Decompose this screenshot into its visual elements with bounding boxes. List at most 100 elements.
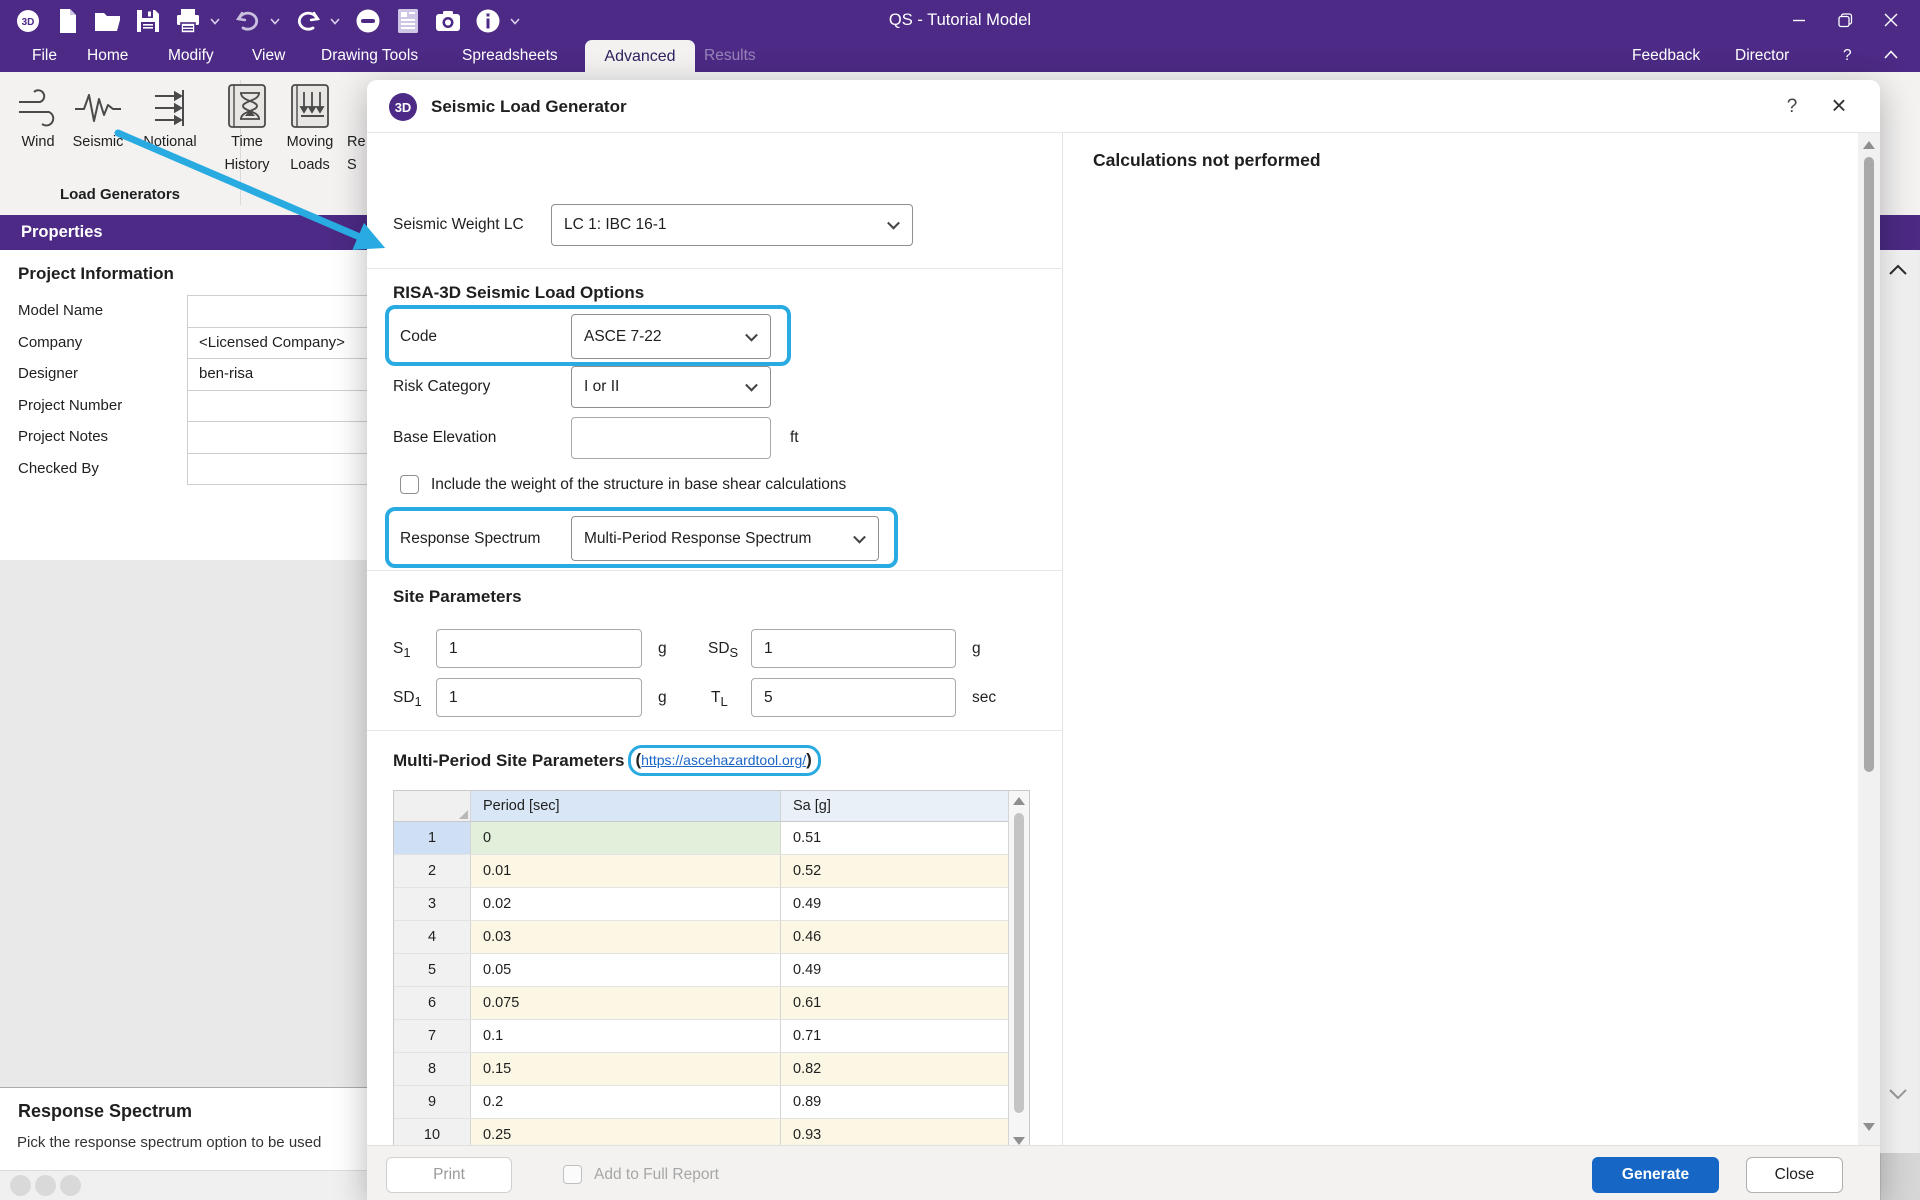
code-dropdown[interactable]: ASCE 7-22	[571, 314, 771, 359]
row-number-cell[interactable]: 3	[394, 888, 471, 920]
period-cell[interactable]: 0.02	[471, 888, 781, 920]
generate-button[interactable]: Generate	[1592, 1157, 1719, 1193]
sa-cell[interactable]: 0.52	[781, 855, 1008, 887]
table-scrollbar[interactable]	[1008, 790, 1030, 1152]
table-row[interactable]: 100.51	[394, 822, 1029, 855]
sa-cell[interactable]: 0.49	[781, 954, 1008, 986]
table-row[interactable]: 40.030.46	[394, 921, 1029, 954]
row-number-cell[interactable]: 1	[394, 822, 471, 854]
sds-unit: g	[972, 629, 981, 668]
base-elevation-input[interactable]	[571, 417, 771, 459]
dialog-close-icon[interactable]: ×	[1819, 80, 1859, 131]
table-row[interactable]: 80.150.82	[394, 1053, 1029, 1086]
print-button[interactable]: Print	[386, 1157, 512, 1193]
row-number-cell[interactable]: 4	[394, 921, 471, 953]
seismic-weight-lc-dropdown[interactable]: LC 1: IBC 16-1	[551, 204, 913, 246]
row-number-cell[interactable]: 2	[394, 855, 471, 887]
window-controls	[1776, 0, 1914, 40]
dialog-title: Seismic Load Generator	[431, 80, 627, 133]
seismic-load-button[interactable]: Seismic	[66, 77, 130, 152]
menu-director[interactable]: Director	[1735, 40, 1789, 72]
period-cell[interactable]: 0.2	[471, 1086, 781, 1118]
period-cell[interactable]: 0	[471, 822, 781, 854]
table-scrollbar-thumb[interactable]	[1014, 813, 1024, 1113]
row-number-cell[interactable]: 9	[394, 1086, 471, 1118]
response-spectrum-dropdown[interactable]: Multi-Period Response Spectrum	[571, 516, 879, 561]
project-notes-input[interactable]	[187, 421, 380, 454]
tooltip-description: Pick the response spectrum option to be …	[17, 1134, 321, 1151]
include-weight-checkbox[interactable]	[400, 475, 419, 494]
menu-home[interactable]: Home	[87, 40, 128, 72]
row-number-cell[interactable]: 6	[394, 987, 471, 1019]
menu-advanced-active-tab[interactable]: Advanced	[585, 40, 695, 72]
add-to-full-report-checkbox[interactable]	[563, 1165, 582, 1184]
s1-unit: g	[658, 629, 667, 668]
tl-input[interactable]: 5	[751, 678, 956, 717]
sa-cell[interactable]: 0.61	[781, 987, 1008, 1019]
dialog-scrollbar-thumb[interactable]	[1864, 157, 1874, 772]
scroll-up-arrow-icon[interactable]	[1013, 797, 1025, 805]
menu-results[interactable]: Results	[704, 40, 756, 72]
sa-cell[interactable]: 0.89	[781, 1086, 1008, 1118]
minimize-button[interactable]	[1776, 0, 1822, 40]
expand-up-chevron-icon[interactable]	[1888, 264, 1908, 276]
period-cell[interactable]: 0.1	[471, 1020, 781, 1052]
sa-cell[interactable]: 0.51	[781, 822, 1008, 854]
sa-cell[interactable]: 0.49	[781, 888, 1008, 920]
collapse-ribbon-chevron-icon[interactable]	[1884, 50, 1898, 62]
menu-file[interactable]: File	[32, 40, 57, 72]
moving-loads-button[interactable]: Moving Loads	[277, 77, 343, 175]
sa-cell[interactable]: 0.71	[781, 1020, 1008, 1052]
dialog-scroll-up-arrow-icon[interactable]	[1863, 141, 1875, 149]
dialog-scroll-down-arrow-icon[interactable]	[1863, 1123, 1875, 1131]
risk-category-dropdown[interactable]: I or II	[571, 366, 771, 408]
company-input[interactable]: <Licensed Company>	[187, 327, 380, 360]
period-cell[interactable]: 0.03	[471, 921, 781, 953]
notional-load-button[interactable]: Notional	[138, 77, 202, 152]
row-number-cell[interactable]: 7	[394, 1020, 471, 1052]
period-cell[interactable]: 0.075	[471, 987, 781, 1019]
period-cell[interactable]: 0.05	[471, 954, 781, 986]
menu-spreadsheets[interactable]: Spreadsheets	[462, 40, 558, 72]
period-cell[interactable]: 0.01	[471, 855, 781, 887]
asce-hazard-tool-link[interactable]: https://ascehazardtool.org/	[641, 752, 806, 768]
period-column-header[interactable]: Period [sec]	[471, 791, 781, 821]
row-number-cell[interactable]: 5	[394, 954, 471, 986]
close-button[interactable]: Close	[1746, 1157, 1843, 1193]
designer-input[interactable]: ben-risa	[187, 358, 380, 391]
wind-load-button[interactable]: Wind	[6, 77, 70, 152]
menu-drawing-tools[interactable]: Drawing Tools	[321, 40, 418, 72]
table-row[interactable]: 70.10.71	[394, 1020, 1029, 1053]
table-corner-cell[interactable]	[394, 791, 471, 821]
scroll-down-arrow-icon[interactable]	[1013, 1137, 1025, 1145]
time-history-button[interactable]: Time History	[214, 77, 280, 175]
row-number-cell[interactable]: 8	[394, 1053, 471, 1085]
s1-input[interactable]: 1	[436, 629, 642, 668]
sd1-unit: g	[658, 678, 667, 717]
menu-help[interactable]: ?	[1843, 40, 1852, 72]
expand-down-chevron-icon[interactable]	[1888, 1088, 1908, 1100]
sa-column-header[interactable]: Sa [g]	[781, 791, 1008, 821]
checked-by-input[interactable]	[187, 453, 380, 486]
model-name-input[interactable]	[187, 295, 380, 328]
dialog-scrollbar[interactable]	[1858, 133, 1880, 1145]
table-row[interactable]: 30.020.49	[394, 888, 1029, 921]
link-paren-close: )	[806, 750, 812, 769]
close-window-button[interactable]	[1868, 0, 1914, 40]
menu-view[interactable]: View	[252, 40, 285, 72]
restore-button[interactable]	[1822, 0, 1868, 40]
menu-modify[interactable]: Modify	[168, 40, 214, 72]
table-row[interactable]: 90.20.89	[394, 1086, 1029, 1119]
table-row[interactable]: 20.010.52	[394, 855, 1029, 888]
dialog-help-button[interactable]: ?	[1777, 80, 1807, 133]
project-number-input[interactable]	[187, 390, 380, 423]
add-to-full-report-label: Add to Full Report	[594, 1157, 719, 1193]
sa-cell[interactable]: 0.46	[781, 921, 1008, 953]
table-row[interactable]: 60.0750.61	[394, 987, 1029, 1020]
menu-feedback[interactable]: Feedback	[1632, 40, 1700, 72]
table-row[interactable]: 50.050.49	[394, 954, 1029, 987]
sd1-input[interactable]: 1	[436, 678, 642, 717]
sa-cell[interactable]: 0.82	[781, 1053, 1008, 1085]
sds-input[interactable]: 1	[751, 629, 956, 668]
period-cell[interactable]: 0.15	[471, 1053, 781, 1085]
